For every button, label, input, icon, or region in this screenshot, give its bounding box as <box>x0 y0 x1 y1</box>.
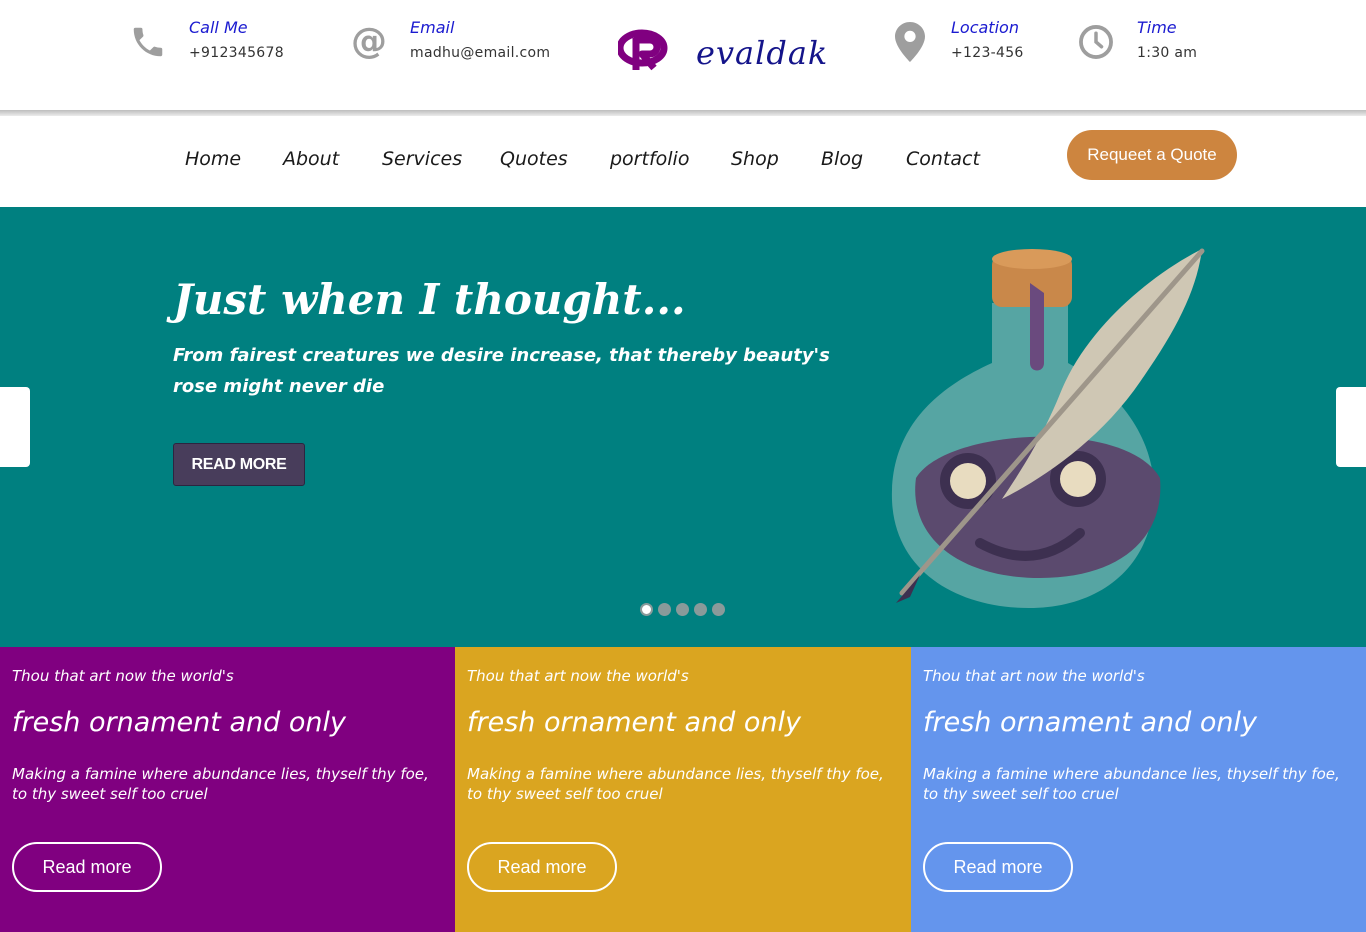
r-logo-icon <box>618 29 668 71</box>
contact-label: Email <box>410 18 455 37</box>
card-heading: fresh ornament and only <box>12 707 346 738</box>
location-pin-icon <box>890 22 930 62</box>
hero-title: Just when I thought... <box>173 275 686 324</box>
card-heading: fresh ornament and only <box>923 707 1257 738</box>
feature-card-1: Thou that art now the world's fresh orna… <box>0 647 455 932</box>
card-heading: fresh ornament and only <box>467 707 801 738</box>
request-quote-button[interactable]: Requeet a Quote <box>1067 130 1237 180</box>
card-body: Making a famine where abundance lies, th… <box>467 765 884 803</box>
nav-item-services[interactable]: Services <box>382 148 462 170</box>
contact-label: Time <box>1137 18 1177 37</box>
contact-value: +123-456 <box>951 45 1024 61</box>
contact-value: madhu@email.com <box>410 45 551 61</box>
card-read-more-button[interactable]: Read more <box>923 842 1073 892</box>
slider-dot-2[interactable] <box>658 603 671 616</box>
card-body: Making a famine where abundance lies, th… <box>12 765 429 803</box>
nav-item-portfolio[interactable]: portfolio <box>610 148 689 170</box>
contact-location[interactable]: Location +123-456 <box>890 18 1024 63</box>
main-nav: Home About Services Quotes portfolio Sho… <box>0 116 1366 207</box>
card-kicker: Thou that art now the world's <box>923 667 1145 685</box>
hero-read-more-button[interactable]: READ MORE <box>173 443 305 486</box>
at-icon: @ <box>351 21 387 62</box>
card-body: Making a famine where abundance lies, th… <box>923 765 1340 803</box>
nav-item-about[interactable]: About <box>283 148 339 170</box>
feature-card-3: Thou that art now the world's fresh orna… <box>911 647 1366 932</box>
nav-item-quotes[interactable]: Quotes <box>500 148 568 170</box>
slider-next-button[interactable] <box>1336 387 1366 467</box>
clock-icon <box>1076 22 1116 62</box>
contact-call[interactable]: Call Me +912345678 <box>128 18 284 63</box>
slider-prev-button[interactable] <box>0 387 30 467</box>
contact-value: 1:30 am <box>1137 45 1198 61</box>
card-read-more-button[interactable]: Read more <box>12 842 162 892</box>
contact-email[interactable]: @ Email madhu@email.com <box>349 18 550 63</box>
nav-item-home[interactable]: Home <box>185 148 241 170</box>
card-kicker: Thou that art now the world's <box>12 667 234 685</box>
card-kicker: Thou that art now the world's <box>467 667 689 685</box>
nav-item-blog[interactable]: Blog <box>821 148 863 170</box>
slider-dot-4[interactable] <box>694 603 707 616</box>
contact-time[interactable]: Time 1:30 am <box>1076 18 1197 63</box>
contact-value: +912345678 <box>189 45 284 61</box>
feature-card-2: Thou that art now the world's fresh orna… <box>455 647 911 932</box>
brand-logo[interactable]: evaldak <box>618 28 828 72</box>
slider-dots <box>640 603 730 616</box>
top-contact-bar: Call Me +912345678 @ Email madhu@email.c… <box>0 0 1366 112</box>
hero-subtitle: From fairest creatures we desire increas… <box>173 345 830 397</box>
nav-item-contact[interactable]: Contact <box>906 148 980 170</box>
contact-label: Call Me <box>189 18 248 37</box>
nav-item-shop[interactable]: Shop <box>731 148 779 170</box>
ink-bottle-illustration <box>880 243 1220 617</box>
contact-label: Location <box>951 18 1019 37</box>
slider-dot-3[interactable] <box>676 603 689 616</box>
card-read-more-button[interactable]: Read more <box>467 842 617 892</box>
slider-dot-5[interactable] <box>712 603 725 616</box>
slider-dot-1[interactable] <box>640 603 653 616</box>
hero-slider: Just when I thought... From fairest crea… <box>0 207 1366 647</box>
phone-icon <box>128 22 168 62</box>
logo-text: evaldak <box>696 34 829 72</box>
